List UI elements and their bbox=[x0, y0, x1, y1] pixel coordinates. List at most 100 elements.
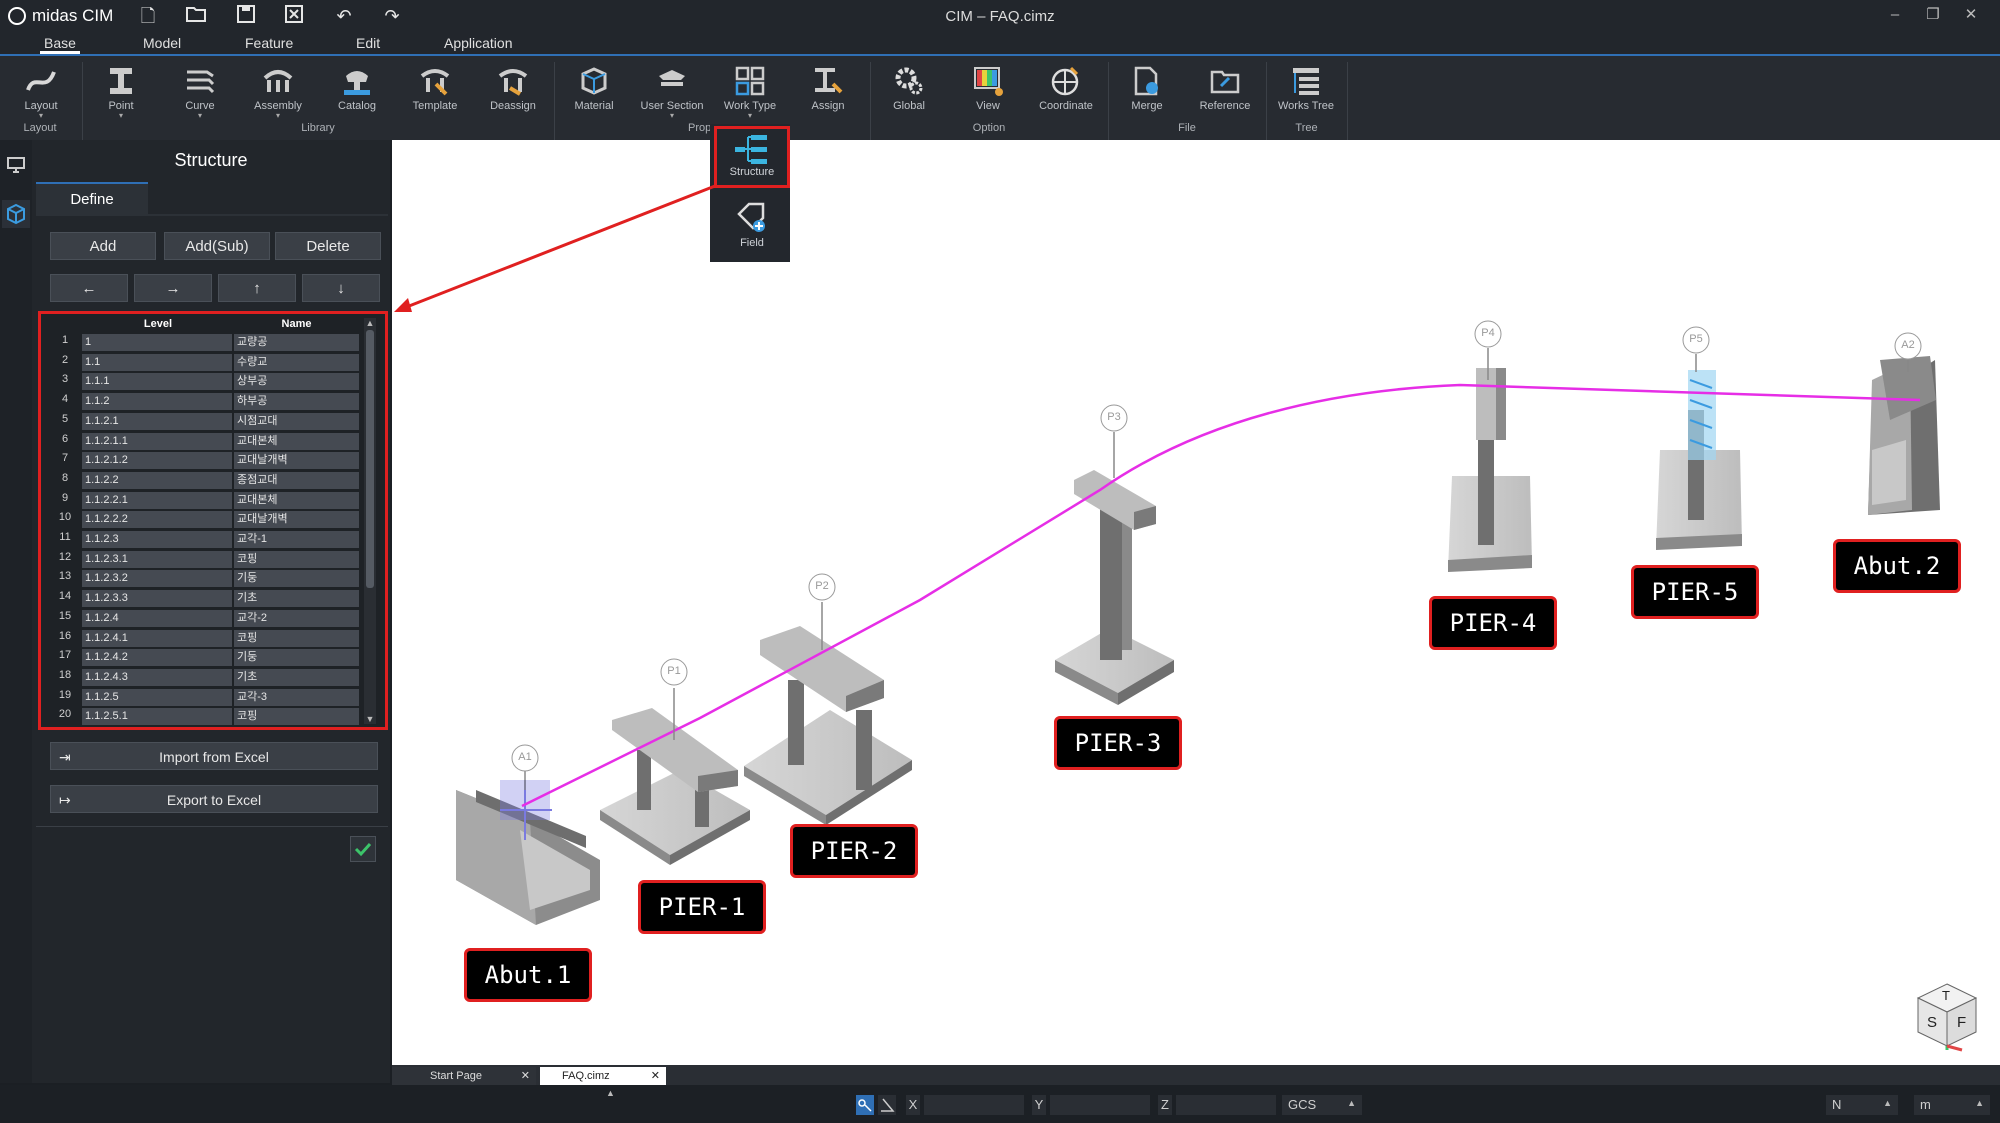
expand-icon[interactable]: ▲ bbox=[606, 1088, 615, 1098]
name-cell[interactable]: 코핑 bbox=[234, 629, 359, 647]
level-cell[interactable]: 1.1.1 bbox=[82, 373, 232, 391]
level-cell[interactable]: 1.1.2.2 bbox=[82, 471, 232, 489]
close-window-icon[interactable]: ✕ bbox=[1956, 4, 1986, 26]
column-header-name[interactable]: Name bbox=[234, 318, 359, 330]
z-coordinate-field[interactable] bbox=[1176, 1095, 1276, 1115]
level-cell[interactable]: 1.1 bbox=[82, 353, 232, 371]
table-row[interactable]: 11 1.1.2.3 교각-1 bbox=[50, 531, 360, 550]
scroll-down-icon[interactable]: ▼ bbox=[364, 714, 376, 724]
pier-4-model[interactable] bbox=[1448, 368, 1532, 572]
name-cell[interactable]: 종점교대 bbox=[234, 471, 359, 489]
level-cell[interactable]: 1.1.2 bbox=[82, 393, 232, 411]
layout-button[interactable]: Layout ▾ bbox=[6, 62, 76, 126]
minimize-icon[interactable]: – bbox=[1880, 4, 1910, 26]
level-cell[interactable]: 1 bbox=[82, 334, 232, 351]
table-row[interactable]: 1 1 교량공 bbox=[50, 334, 360, 353]
table-row[interactable]: 5 1.1.2.1 시점교대 bbox=[50, 412, 360, 432]
table-row[interactable]: 2 1.1 수량교 bbox=[50, 353, 360, 373]
level-cell[interactable]: 1.1.2.2.1 bbox=[82, 491, 232, 509]
table-row[interactable]: 20 1.1.2.5.1 코핑 bbox=[50, 708, 360, 727]
name-cell[interactable]: 시점교대 bbox=[234, 412, 359, 430]
name-cell[interactable]: 교대본체 bbox=[234, 432, 359, 450]
table-row[interactable]: 10 1.1.2.2.2 교대날개벽 bbox=[50, 511, 360, 530]
name-cell[interactable]: 수량교 bbox=[234, 353, 359, 371]
move-down-button[interactable]: ↓ bbox=[302, 274, 380, 302]
export-to-excel-button[interactable]: ↦ Export to Excel bbox=[50, 785, 378, 813]
name-cell[interactable]: 교대날개벽 bbox=[234, 511, 359, 529]
assign-button[interactable]: Assign bbox=[793, 62, 863, 126]
move-left-button[interactable]: ← bbox=[50, 274, 128, 302]
y-coordinate-field[interactable] bbox=[1050, 1095, 1150, 1115]
name-cell[interactable]: 하부공 bbox=[234, 393, 359, 411]
work-type-button[interactable]: Work Type ▾ bbox=[715, 62, 785, 126]
level-cell[interactable]: 1.1.2.1.2 bbox=[82, 452, 232, 470]
name-cell[interactable]: 코핑 bbox=[234, 708, 359, 726]
x-coordinate-field[interactable] bbox=[924, 1095, 1024, 1115]
table-row[interactable]: 3 1.1.1 상부공 bbox=[50, 373, 360, 392]
name-cell[interactable]: 교각-3 bbox=[234, 688, 359, 706]
works-tree-button[interactable]: Works Tree bbox=[1271, 62, 1341, 126]
pier-2-model[interactable] bbox=[744, 626, 912, 825]
structure-panel-toggle[interactable] bbox=[2, 200, 30, 228]
name-cell[interactable]: 코핑 bbox=[234, 550, 359, 568]
level-cell[interactable]: 1.1.2.3.2 bbox=[82, 570, 232, 588]
abutment-2-model[interactable] bbox=[1868, 356, 1940, 515]
coord-system-select[interactable]: GCS ▲ bbox=[1282, 1095, 1362, 1115]
angle-toggle[interactable] bbox=[878, 1095, 896, 1115]
delete-button[interactable]: Delete bbox=[275, 232, 381, 260]
table-row[interactable]: 16 1.1.2.4.1 코핑 bbox=[50, 629, 360, 649]
add-sub-button[interactable]: Add(Sub) bbox=[164, 232, 270, 260]
tab-start-page[interactable]: Start Page ✕ bbox=[392, 1067, 536, 1085]
name-cell[interactable]: 기초 bbox=[234, 668, 359, 686]
level-cell[interactable]: 1.1.2.2.2 bbox=[82, 511, 232, 529]
field-menu-item[interactable]: Field bbox=[714, 194, 790, 258]
level-cell[interactable]: 1.1.2.1.1 bbox=[82, 432, 232, 450]
name-cell[interactable]: 교각-1 bbox=[234, 531, 359, 548]
force-unit-select[interactable]: N ▲ bbox=[1826, 1095, 1898, 1115]
menu-feature[interactable]: Feature bbox=[245, 35, 293, 51]
menu-model[interactable]: Model bbox=[143, 35, 181, 51]
level-cell[interactable]: 1.1.2.5.1 bbox=[82, 708, 232, 726]
template-button[interactable]: Template bbox=[400, 62, 470, 126]
assembly-button[interactable]: Assembly ▾ bbox=[243, 62, 313, 126]
table-row[interactable]: 6 1.1.2.1.1 교대본체 bbox=[50, 432, 360, 452]
length-unit-select[interactable]: m ▲ bbox=[1914, 1095, 1990, 1115]
navigation-cube[interactable]: T S F bbox=[1912, 980, 1982, 1052]
structure-menu-item[interactable]: Structure bbox=[714, 126, 790, 188]
table-row[interactable]: 19 1.1.2.5 교각-3 bbox=[50, 688, 360, 708]
name-cell[interactable]: 교량공 bbox=[234, 334, 359, 351]
level-cell[interactable]: 1.1.2.4.3 bbox=[82, 668, 232, 686]
level-cell[interactable]: 1.1.2.3.1 bbox=[82, 550, 232, 568]
move-right-button[interactable]: → bbox=[134, 274, 212, 302]
merge-button[interactable]: Merge bbox=[1112, 62, 1182, 126]
user-section-button[interactable]: User Section ▾ bbox=[637, 62, 707, 126]
close-tab-icon[interactable]: ✕ bbox=[651, 1067, 660, 1085]
name-cell[interactable]: 기초 bbox=[234, 590, 359, 608]
level-cell[interactable]: 1.1.2.5 bbox=[82, 688, 232, 706]
import-from-excel-button[interactable]: ⇥ Import from Excel bbox=[50, 742, 378, 770]
scroll-up-icon[interactable]: ▲ bbox=[364, 318, 376, 328]
move-up-button[interactable]: ↑ bbox=[218, 274, 296, 302]
monitor-icon[interactable] bbox=[7, 157, 25, 173]
table-row[interactable]: 4 1.1.2 하부공 bbox=[50, 393, 360, 412]
menu-base[interactable]: Base bbox=[40, 35, 80, 54]
table-row[interactable]: 7 1.1.2.1.2 교대날개벽 bbox=[50, 452, 360, 471]
table-row[interactable]: 17 1.1.2.4.2 기둥 bbox=[50, 649, 360, 668]
name-cell[interactable]: 상부공 bbox=[234, 373, 359, 391]
tab-define[interactable]: Define bbox=[36, 182, 148, 216]
coordinate-button[interactable]: Coordinate bbox=[1031, 62, 1101, 126]
table-row[interactable]: 15 1.1.2.4 교각-2 bbox=[50, 609, 360, 629]
table-row[interactable]: 18 1.1.2.4.3 기초 bbox=[50, 668, 360, 688]
level-cell[interactable]: 1.1.2.1 bbox=[82, 412, 232, 430]
deassign-button[interactable]: Deassign bbox=[478, 62, 548, 126]
name-cell[interactable]: 기둥 bbox=[234, 570, 359, 588]
snap-toggle[interactable] bbox=[856, 1095, 874, 1115]
apply-button[interactable] bbox=[350, 836, 376, 862]
table-row[interactable]: 9 1.1.2.2.1 교대본체 bbox=[50, 491, 360, 511]
table-row[interactable]: 8 1.1.2.2 종점교대 bbox=[50, 471, 360, 491]
table-row[interactable]: 12 1.1.2.3.1 코핑 bbox=[50, 550, 360, 570]
menu-edit[interactable]: Edit bbox=[356, 35, 380, 51]
level-cell[interactable]: 1.1.2.3.3 bbox=[82, 590, 232, 608]
view-button[interactable]: View bbox=[953, 62, 1023, 126]
level-cell[interactable]: 1.1.2.4 bbox=[82, 609, 232, 627]
